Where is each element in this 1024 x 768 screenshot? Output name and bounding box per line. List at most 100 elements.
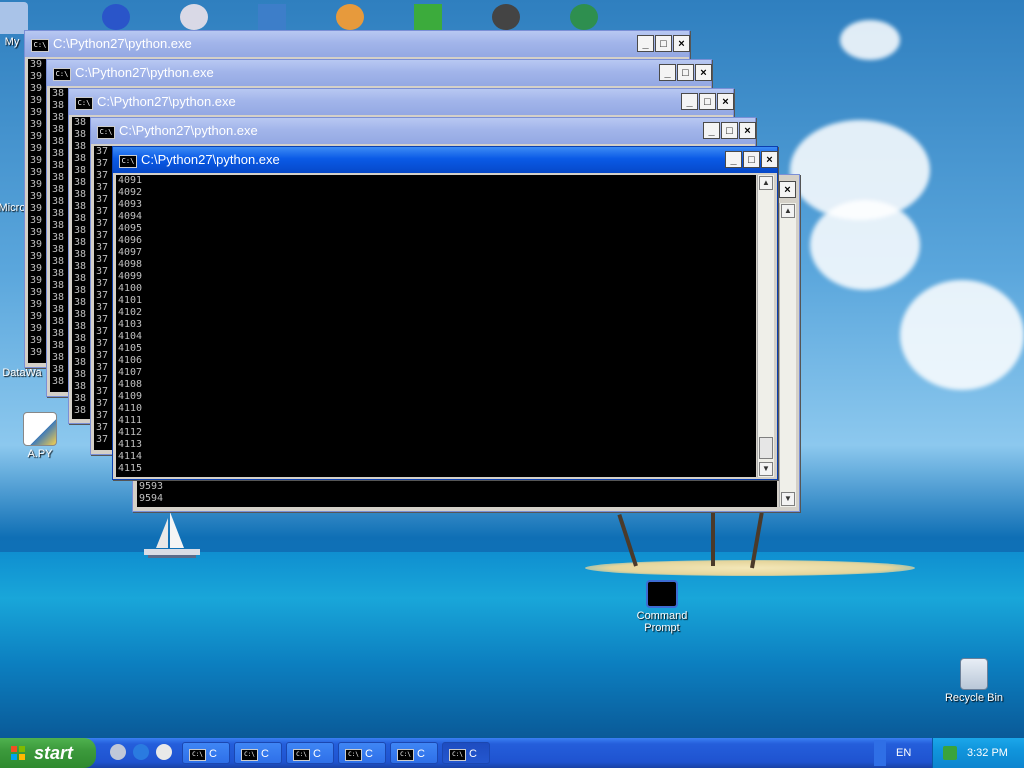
console-output[interactable]: 9593 9594 bbox=[137, 481, 777, 507]
close-button[interactable]: × bbox=[695, 64, 712, 81]
desktop-icon-label: A.PY bbox=[27, 448, 53, 460]
console-icon: C:\ bbox=[75, 97, 93, 110]
console-icon: C:\ bbox=[293, 749, 310, 761]
start-button[interactable]: start bbox=[0, 738, 96, 768]
window-title: C:\Python27\python.exe bbox=[119, 123, 258, 138]
console-line: 9594 bbox=[139, 493, 164, 504]
minimize-button[interactable]: _ bbox=[681, 93, 698, 110]
close-button[interactable]: × bbox=[673, 35, 690, 52]
window-title: C:\Python27\python.exe bbox=[53, 36, 192, 51]
desktop-icon-a-py[interactable]: A.PY bbox=[2, 412, 78, 460]
close-button[interactable]: × bbox=[761, 151, 778, 168]
sea bbox=[0, 552, 1024, 738]
maximize-button[interactable]: □ bbox=[699, 93, 716, 110]
title-bar[interactable]: C:\ C:\Python27\python.exe _ □ × bbox=[91, 118, 756, 144]
console-line: 4110 bbox=[118, 403, 143, 414]
taskbar-button-console[interactable]: C:\ C bbox=[286, 742, 334, 764]
console-line: 4115 bbox=[118, 463, 143, 474]
recycle-bin-icon bbox=[960, 658, 988, 690]
cloud bbox=[900, 280, 1024, 390]
maximize-button[interactable]: □ bbox=[655, 35, 672, 52]
taskbar-button-console-active[interactable]: C:\ C bbox=[442, 742, 490, 764]
palm-trunk bbox=[711, 512, 715, 566]
command-prompt-icon bbox=[646, 580, 678, 608]
start-label: start bbox=[34, 743, 74, 763]
console-icon: C:\ bbox=[345, 749, 362, 761]
cloud bbox=[840, 20, 900, 60]
console-window-active[interactable]: C:\ C:\Python27\python.exe _ □ × 4091 409… bbox=[112, 146, 778, 480]
taskbar-button-console[interactable]: C:\ C bbox=[338, 742, 386, 764]
desktop-icon-command-prompt[interactable]: Command Prompt bbox=[624, 580, 700, 634]
language-indicator[interactable]: EN bbox=[896, 738, 911, 768]
console-line: 4102 bbox=[118, 307, 143, 318]
taskbar-button-console[interactable]: C:\ C bbox=[390, 742, 438, 764]
title-bar[interactable]: C:\ C:\Python27\python.exe _ □ × bbox=[25, 31, 690, 57]
title-bar[interactable]: C:\ C:\Python27\python.exe _ □ × bbox=[69, 89, 734, 115]
app-icon[interactable] bbox=[258, 4, 286, 30]
console-icon: C:\ bbox=[189, 749, 206, 761]
desktop-icon-label: My bbox=[4, 36, 20, 48]
maximize-button[interactable]: □ bbox=[677, 64, 694, 81]
desktop-icon-label: DataWa bbox=[2, 367, 42, 379]
quick-launch-ie-icon[interactable] bbox=[133, 744, 149, 760]
console-line: 4099 bbox=[118, 271, 143, 282]
minimize-button[interactable]: _ bbox=[725, 151, 742, 168]
maximize-button[interactable]: □ bbox=[743, 151, 760, 168]
python-file-icon bbox=[23, 412, 57, 446]
windows-flag-icon bbox=[11, 746, 25, 760]
quick-launch-media-icon[interactable] bbox=[156, 744, 172, 760]
scroll-down-arrow[interactable]: ▼ bbox=[781, 492, 795, 506]
console-line: 4096 bbox=[118, 235, 143, 246]
windows-update-icon[interactable] bbox=[414, 4, 442, 30]
console-line: 4100 bbox=[118, 283, 143, 294]
console-icon: C:\ bbox=[241, 749, 258, 761]
scroll-thumb[interactable] bbox=[759, 437, 773, 459]
desktop-icon-recycle-bin[interactable]: Recycle Bin bbox=[936, 658, 1012, 704]
console-line: 4111 bbox=[118, 415, 143, 426]
console-line: 4114 bbox=[118, 451, 143, 462]
scroll-up-arrow[interactable]: ▲ bbox=[759, 176, 773, 190]
console-icon: C:\ bbox=[31, 39, 49, 52]
console-output[interactable]: 4091 4092 4093 4094 4095 4096 4097 4098 4099 4100… bbox=[116, 175, 756, 477]
minimize-button[interactable]: _ bbox=[703, 122, 720, 139]
network-tray-icon[interactable] bbox=[943, 746, 957, 760]
vertical-scrollbar[interactable]: ▲ ▼ bbox=[757, 175, 774, 477]
scroll-up-arrow[interactable]: ▲ bbox=[781, 204, 795, 218]
taskbar-button-label: C bbox=[261, 748, 269, 760]
minimize-button[interactable]: _ bbox=[637, 35, 654, 52]
network-icon[interactable] bbox=[570, 4, 598, 30]
disc-icon[interactable] bbox=[180, 4, 208, 30]
console-line: 4097 bbox=[118, 247, 143, 258]
maximize-button[interactable]: □ bbox=[721, 122, 738, 139]
taskbar-button-console[interactable]: C:\ C bbox=[182, 742, 230, 764]
taskbar-button-label: C bbox=[313, 748, 321, 760]
scroll-down-arrow[interactable]: ▼ bbox=[759, 462, 773, 476]
minimize-button[interactable]: _ bbox=[659, 64, 676, 81]
tools-icon[interactable] bbox=[102, 4, 130, 30]
people-icon[interactable] bbox=[492, 4, 520, 30]
taskbar-button-console[interactable]: C:\ C bbox=[234, 742, 282, 764]
quick-launch-app-icon[interactable] bbox=[110, 744, 126, 760]
console-lines: 4091 4092 4093 4094 4095 4096 4097 4098 4099 4100… bbox=[116, 175, 756, 475]
system-tray: 3:32 PM bbox=[932, 738, 1024, 768]
console-icon: C:\ bbox=[397, 749, 414, 761]
console-line: 4113 bbox=[118, 439, 143, 450]
console-line: 4104 bbox=[118, 331, 143, 342]
close-button[interactable]: × bbox=[739, 122, 756, 139]
console-line: 4094 bbox=[118, 211, 143, 222]
vertical-scrollbar[interactable]: ▲ ▼ bbox=[779, 203, 796, 507]
clock[interactable]: 3:32 PM bbox=[967, 738, 1008, 768]
taskbar-button-label: C bbox=[209, 748, 217, 760]
taskbar-button-label: C bbox=[469, 748, 477, 760]
title-bar[interactable]: C:\ C:\Python27\python.exe _ □ × bbox=[47, 60, 712, 86]
window-title: C:\Python27\python.exe bbox=[75, 65, 214, 80]
taskbar bbox=[0, 738, 1024, 768]
console-line: 4103 bbox=[118, 319, 143, 330]
close-button[interactable]: × bbox=[717, 93, 734, 110]
title-bar[interactable]: C:\ C:\Python27\python.exe _ □ × bbox=[113, 147, 778, 173]
console-icon: C:\ bbox=[97, 126, 115, 139]
users-icon[interactable] bbox=[336, 4, 364, 30]
close-button[interactable]: × bbox=[779, 181, 796, 198]
window-title: C:\Python27\python.exe bbox=[97, 94, 236, 109]
taskbar-scroll-arrows[interactable] bbox=[874, 740, 886, 766]
